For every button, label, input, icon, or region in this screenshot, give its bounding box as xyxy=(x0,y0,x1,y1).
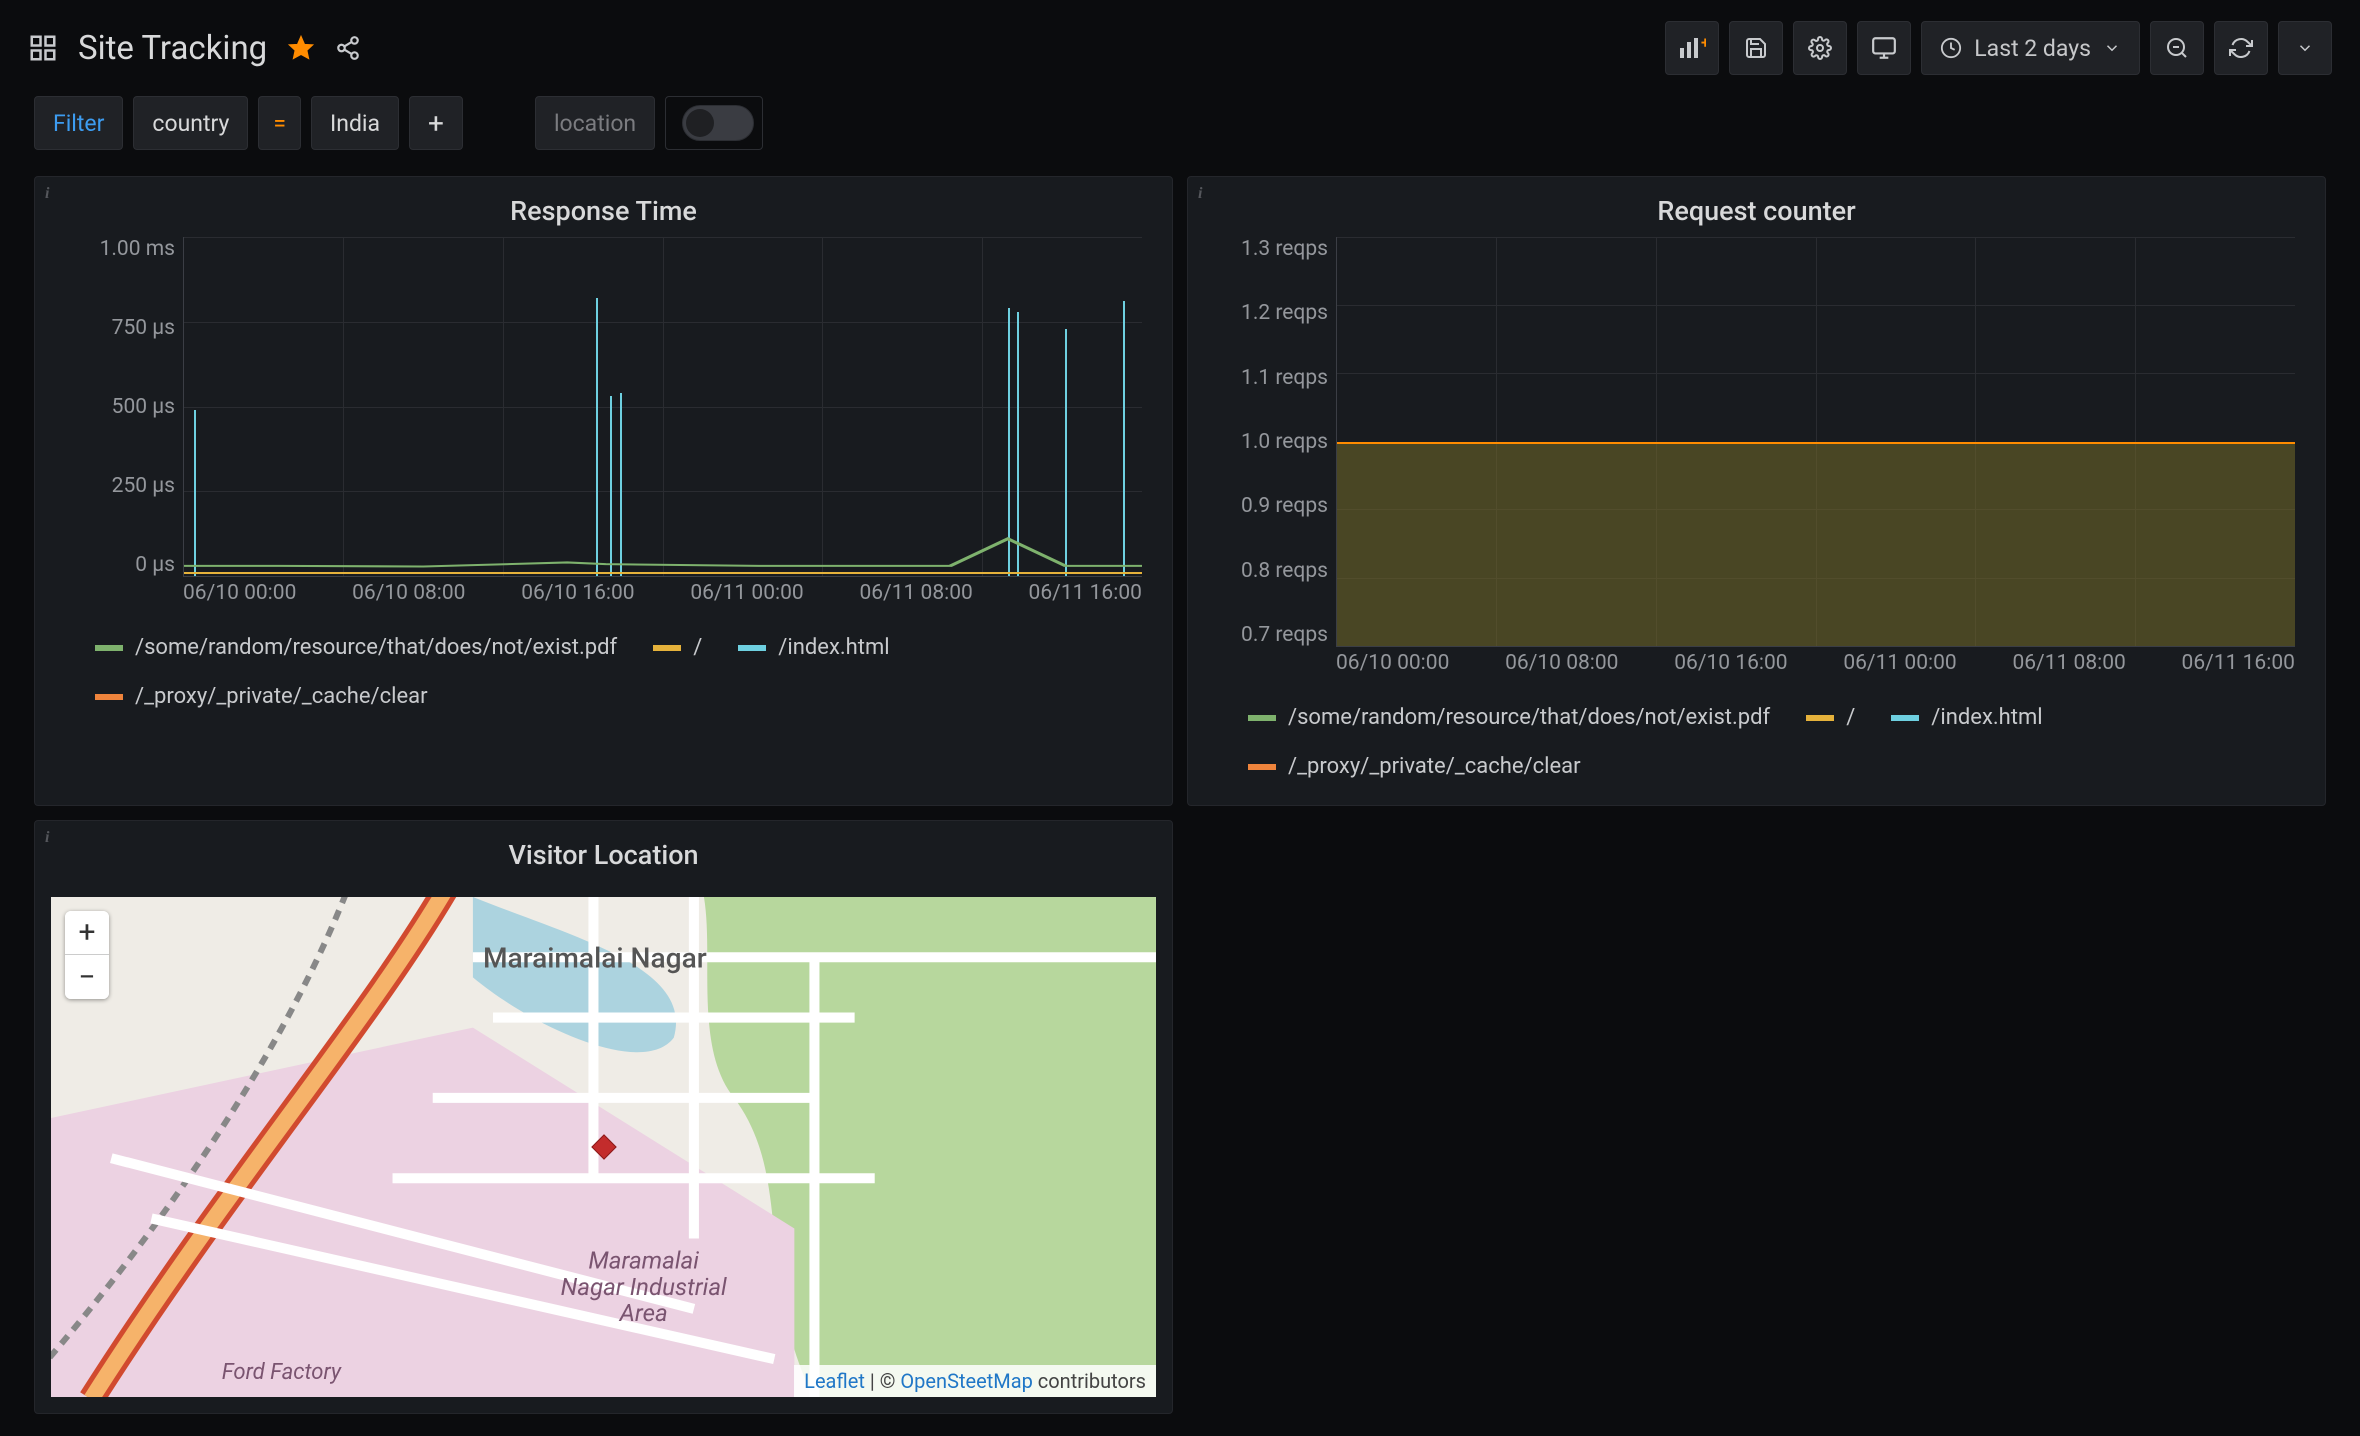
panels-bottom: i Visitor Location xyxy=(0,806,2360,1414)
y-tick: 0 µs xyxy=(55,553,175,577)
y-tick: 1.1 reqps xyxy=(1208,366,1328,390)
panel-title: Response Time xyxy=(35,177,1172,237)
panels-top: i Response Time 1.00 ms 750 µs 500 µs 25… xyxy=(0,176,2360,806)
legend-item[interactable]: /_proxy/_private/_cache/clear xyxy=(95,684,1124,709)
header-right: + Last 2 days xyxy=(1665,21,2332,75)
filter-row: Filter country = India + location xyxy=(0,96,2360,176)
x-tick: 06/10 00:00 xyxy=(183,581,296,617)
x-tick: 06/11 16:00 xyxy=(1029,581,1142,617)
empty-space xyxy=(1187,820,2326,1414)
info-icon[interactable]: i xyxy=(1198,185,1202,203)
x-axis: 06/10 00:00 06/10 08:00 06/10 16:00 06/1… xyxy=(183,581,1142,617)
map-label-factory: Ford Factory xyxy=(222,1360,342,1385)
area-fill xyxy=(1337,442,2295,647)
map-label-main: Maraimalai Nagar xyxy=(483,941,707,974)
y-tick: 1.2 reqps xyxy=(1208,301,1328,325)
legend: /some/random/resource/that/does/not/exis… xyxy=(35,617,1172,735)
plot-area xyxy=(1336,237,2295,647)
header: Site Tracking + Last 2 days xyxy=(0,0,2360,96)
panel-title: Request counter xyxy=(1188,177,2325,237)
panel-request-counter: i Request counter 1.3 reqps 1.2 reqps 1.… xyxy=(1187,176,2326,806)
panel-title: Visitor Location xyxy=(35,821,1172,881)
location-toggle[interactable] xyxy=(682,105,754,141)
y-tick: 1.0 reqps xyxy=(1208,430,1328,454)
map-attribution: Leaflet | © OpenSteetMap contributors xyxy=(794,1365,1156,1397)
y-axis: 1.00 ms 750 µs 500 µs 250 µs 0 µs xyxy=(55,237,175,577)
chart-response[interactable]: 1.00 ms 750 µs 500 µs 250 µs 0 µs xyxy=(55,237,1142,617)
x-tick: 06/10 16:00 xyxy=(1674,651,1787,687)
dashboard-apps-icon[interactable] xyxy=(28,33,58,63)
x-tick: 06/11 16:00 xyxy=(2182,651,2295,687)
y-tick: 500 µs xyxy=(55,395,175,419)
time-range-label: Last 2 days xyxy=(1974,35,2091,62)
settings-button[interactable] xyxy=(1793,21,1847,75)
header-left: Site Tracking xyxy=(28,29,361,68)
page-title: Site Tracking xyxy=(78,29,267,68)
legend-item[interactable]: /_proxy/_private/_cache/clear xyxy=(1248,754,2277,779)
panel-visitor-location: i Visitor Location xyxy=(34,820,1173,1414)
info-icon[interactable]: i xyxy=(45,829,49,847)
add-panel-button[interactable]: + xyxy=(1665,21,1719,75)
refresh-button[interactable] xyxy=(2214,21,2268,75)
zoom-control: + − xyxy=(65,911,109,999)
plot-area xyxy=(183,237,1142,577)
info-icon[interactable]: i xyxy=(45,185,49,203)
share-icon[interactable] xyxy=(335,35,361,61)
y-tick: 0.9 reqps xyxy=(1208,494,1328,518)
y-tick: 1.3 reqps xyxy=(1208,237,1328,261)
x-tick: 06/10 00:00 xyxy=(1336,651,1449,687)
filter-field[interactable]: country xyxy=(133,96,248,150)
y-tick: 0.7 reqps xyxy=(1208,623,1328,647)
y-tick: 0.8 reqps xyxy=(1208,559,1328,583)
legend-item[interactable]: / xyxy=(1806,705,1855,730)
y-tick: 1.00 ms xyxy=(55,237,175,261)
x-tick: 06/11 08:00 xyxy=(2012,651,2125,687)
zoom-in-button[interactable]: + xyxy=(65,911,109,955)
chart-requests[interactable]: 1.3 reqps 1.2 reqps 1.1 reqps 1.0 reqps … xyxy=(1208,237,2295,687)
map[interactable]: Maraimalai Nagar MaramalaiNagar Industri… xyxy=(51,897,1156,1397)
filter-label[interactable]: Filter xyxy=(34,96,123,150)
legend-item[interactable]: /index.html xyxy=(738,635,889,660)
save-button[interactable] xyxy=(1729,21,1783,75)
osm-link[interactable]: OpenSteetMap xyxy=(900,1369,1032,1393)
panel-response-time: i Response Time 1.00 ms 750 µs 500 µs 25… xyxy=(34,176,1173,806)
star-icon[interactable] xyxy=(287,34,315,62)
x-tick: 06/11 00:00 xyxy=(690,581,803,617)
tv-mode-button[interactable] xyxy=(1857,21,1911,75)
legend-item[interactable]: /some/random/resource/that/does/not/exis… xyxy=(1248,705,1770,730)
legend-item[interactable]: /index.html xyxy=(1891,705,2042,730)
legend-item[interactable]: /some/random/resource/that/does/not/exis… xyxy=(95,635,617,660)
x-tick: 06/10 16:00 xyxy=(521,581,634,617)
legend: /some/random/resource/that/does/not/exis… xyxy=(1188,687,2325,805)
x-axis: 06/10 00:00 06/10 08:00 06/10 16:00 06/1… xyxy=(1336,651,2295,687)
x-tick: 06/11 08:00 xyxy=(859,581,972,617)
refresh-interval-button[interactable] xyxy=(2278,21,2332,75)
leaflet-link[interactable]: Leaflet xyxy=(804,1369,865,1393)
y-axis: 1.3 reqps 1.2 reqps 1.1 reqps 1.0 reqps … xyxy=(1208,237,1328,647)
filter-operator[interactable]: = xyxy=(258,96,301,150)
chevron-down-icon xyxy=(2103,39,2121,57)
filter-value[interactable]: India xyxy=(311,96,399,150)
zoom-out-button[interactable] xyxy=(2150,21,2204,75)
zoom-out-button[interactable]: − xyxy=(65,955,109,999)
y-tick: 250 µs xyxy=(55,474,175,498)
variable-location[interactable]: location xyxy=(535,96,655,150)
x-tick: 06/10 08:00 xyxy=(1505,651,1618,687)
add-filter-button[interactable]: + xyxy=(409,96,463,150)
series-slash xyxy=(184,572,1142,574)
time-range-picker[interactable]: Last 2 days xyxy=(1921,21,2140,75)
x-tick: 06/10 08:00 xyxy=(352,581,465,617)
svg-text:+: + xyxy=(1701,36,1706,52)
legend-item[interactable]: / xyxy=(653,635,702,660)
y-tick: 750 µs xyxy=(55,316,175,340)
location-toggle-wrap xyxy=(665,96,763,150)
x-tick: 06/11 00:00 xyxy=(1843,651,1956,687)
